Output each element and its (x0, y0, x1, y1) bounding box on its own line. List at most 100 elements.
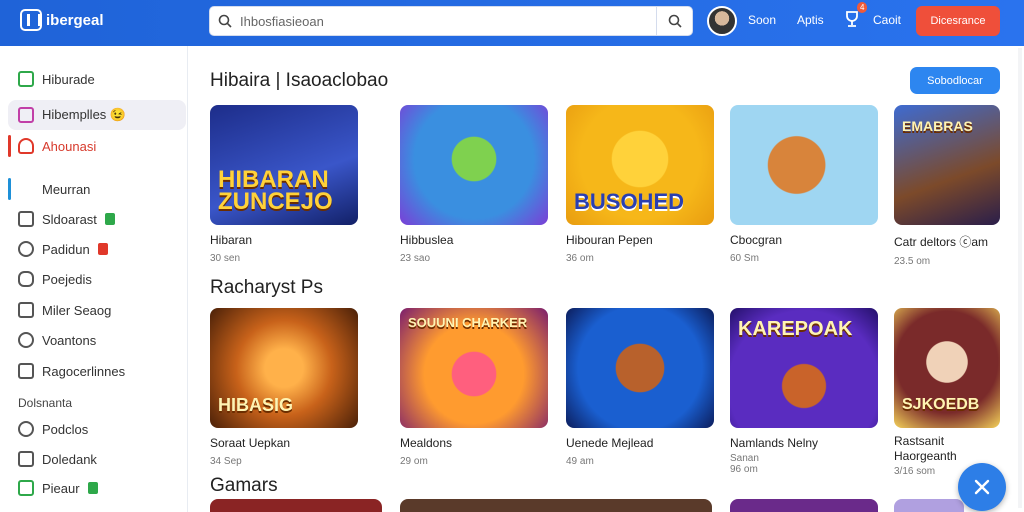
game-card[interactable]: Hibbuslea 23 sao (400, 105, 548, 264)
game-meta: 23.5 om (894, 256, 931, 267)
active-indicator (8, 178, 11, 200)
thumbnail-title: HIBARAN ZUNCEJO (218, 166, 333, 215)
controller-icon (18, 421, 34, 437)
game-card[interactable]: Cbocgran 60 Sm (730, 105, 878, 264)
game-thumbnail: SJKOEDB (894, 308, 1000, 428)
sidebar-item-label: Ahounasi (42, 138, 97, 154)
game-thumbnail: HIBASIG (210, 308, 358, 428)
sidebar-item-poejedis[interactable]: Poejedis (8, 264, 186, 294)
floating-action-button[interactable] (958, 463, 1006, 511)
sidebar-item-miler-seaog[interactable]: Miler Seaog (8, 295, 186, 325)
game-card[interactable]: Uenede Mejlead 49 am (566, 308, 714, 467)
game-card[interactable]: KAREPOAK Namlands Nelny Sanan 96 om (730, 308, 878, 475)
download-icon (18, 480, 34, 496)
list-icon (18, 302, 34, 318)
sidebar-item-label: Miler Seaog (42, 302, 112, 318)
game-title: Cbocgran (730, 233, 783, 247)
nav-link-aptis[interactable]: Aptis (797, 13, 824, 27)
game-meta: 29 om (400, 456, 428, 467)
game-card[interactable]: HIBARAN ZUNCEJO Hibaran 30 sen (210, 105, 358, 264)
game-meta: 49 am (566, 456, 594, 467)
game-thumbnail-partial[interactable] (210, 499, 382, 512)
search-bar (209, 6, 693, 36)
search-submit-button[interactable] (656, 7, 692, 35)
avatar[interactable] (707, 6, 737, 36)
game-title: Hibbuslea (400, 233, 454, 247)
sidebar-item-doledank[interactable]: Doledank (8, 444, 186, 474)
sidebar: Hiburade Hibemplles 😉 Ahounasi Meurran S… (0, 46, 188, 512)
home-icon (18, 71, 34, 87)
game-title: Soraat Uepkan (210, 436, 291, 450)
game-meta: 36 om (566, 253, 594, 264)
sidebar-item-voantons[interactable]: Voantons (8, 325, 186, 355)
puzzle-icon (18, 241, 34, 257)
notification-badge: 4 (857, 2, 868, 13)
game-card[interactable]: SJKOEDB Rastsanit Haorgeanth 3/16 som (894, 308, 1000, 477)
primary-cta-button[interactable]: Dicesrance (916, 6, 1000, 36)
game-thumbnail (566, 308, 714, 428)
sidebar-item-meurran[interactable]: Meurran (8, 174, 186, 204)
game-meta: 34 Sep (210, 456, 242, 467)
sidebar-section-heading: Dolsnanta (18, 396, 73, 410)
hot-badge-icon (97, 243, 108, 255)
scrollbar[interactable] (1018, 48, 1022, 508)
sidebar-item-hot[interactable]: Ahounasi (8, 131, 186, 161)
thumbnail-title: EMABRAS (902, 118, 973, 134)
logo-icon (20, 9, 42, 31)
active-indicator (8, 135, 11, 157)
sidebar-item-home[interactable]: Hiburade (8, 64, 186, 94)
game-meta: 23 sao (400, 253, 431, 264)
search-input[interactable] (240, 7, 656, 35)
new-badge-icon (104, 213, 115, 225)
sidebar-item-label: Podclos (42, 421, 89, 437)
game-thumbnail (730, 105, 878, 225)
game-thumbnail: BUSOHED (566, 105, 714, 225)
sidebar-item-label: Hibemplles 😉 (42, 107, 127, 122)
section-title: Gamars (210, 475, 278, 496)
search-icon (210, 14, 240, 28)
game-thumbnail (400, 105, 548, 225)
sidebar-item-label: Doledank (42, 451, 97, 467)
section-title: Racharyst Ps (210, 277, 323, 298)
thumbnail-title: SOUUNI CHARKER (408, 315, 528, 330)
sidebar-item-podclos[interactable]: Podclos (8, 414, 186, 444)
game-meta: 30 sen (210, 253, 241, 264)
search-icon (668, 14, 682, 28)
sidebar-item-sldoarast[interactable]: Sldoarast (8, 204, 186, 234)
sidebar-item-favorites[interactable]: Hibemplles 😉 (8, 100, 186, 130)
blank-icon (18, 181, 34, 197)
game-thumbnail: EMABRAS (894, 105, 1000, 225)
game-title: Uenede Mejlead (566, 436, 654, 450)
game-card[interactable]: HIBASIG Soraat Uepkan 34 Sep (210, 308, 358, 467)
game-thumbnail: HIBARAN ZUNCEJO (210, 105, 358, 225)
game-card[interactable]: SOUUNI CHARKER Mealdons 29 om (400, 308, 548, 467)
logo-text: ibergeal (46, 11, 104, 29)
sidebar-item-ragocerlinnes[interactable]: Ragocerlinnes (8, 356, 186, 386)
game-thumbnail: SOUUNI CHARKER (400, 308, 548, 428)
game-card[interactable]: EMABRAS Catr deltors ⓒam 23.5 om (894, 105, 1000, 267)
game-card[interactable]: BUSOHED Hibouran Pepen 36 om (566, 105, 714, 264)
thumbnail-title: KAREPOAK (738, 318, 853, 340)
target-icon (18, 332, 34, 348)
see-all-button[interactable]: Sobodlocar (910, 67, 1000, 94)
logo[interactable]: ibergeal (20, 9, 104, 31)
game-thumbnail-partial[interactable] (400, 499, 712, 512)
game-title: Namlands Nelny (730, 436, 819, 450)
game-title: Catr deltors ⓒam (894, 235, 989, 249)
grid-icon (18, 107, 34, 123)
game-thumbnail-partial[interactable] (730, 499, 878, 512)
box-icon (18, 451, 34, 467)
nav-link-caoit[interactable]: Caoit (873, 13, 901, 27)
square-icon (18, 363, 34, 379)
thumbnail-title: BUSOHED (574, 189, 685, 214)
game-meta: Sanan 96 om (730, 453, 759, 475)
nav-link-soon[interactable]: Soon (748, 13, 776, 27)
sidebar-item-padidun[interactable]: Padidun (8, 234, 186, 264)
section-title: Hibaira | Isaoaclobao (210, 70, 389, 91)
game-thumbnail-partial[interactable] (894, 499, 964, 512)
shield-icon (18, 271, 34, 287)
game-meta: 60 Sm (730, 253, 759, 264)
new-badge-icon (87, 482, 98, 494)
sidebar-item-label: Meurran (42, 181, 91, 197)
sidebar-item-pieaur[interactable]: Pieaur (8, 473, 186, 503)
